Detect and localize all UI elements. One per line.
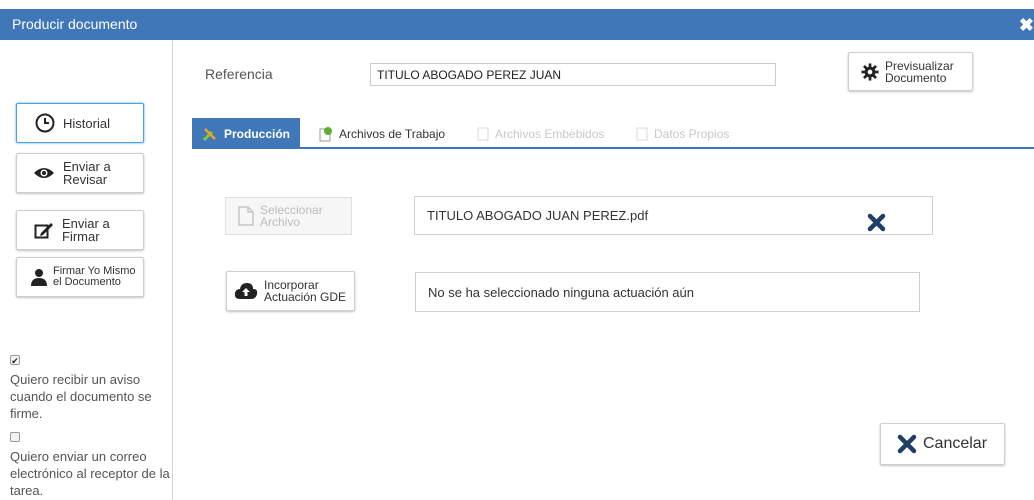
file-icon [636,127,648,140]
gear-icon [861,62,879,81]
referencia-input[interactable]: TITULO ABOGADO PEREZ JUAN [370,63,776,86]
main-panel: Referencia TITULO ABOGADO PEREZ JUAN Pre… [174,40,1034,500]
correo-text: Quiero enviar un correo electrónico al r… [10,449,170,498]
tab-archivos-embebidos: Archivos Embebidos [477,118,604,149]
correo-checkbox[interactable] [10,432,20,442]
referencia-label: Referencia [205,66,273,82]
eye-icon [34,168,54,178]
previsualizar-line1: Previsualizar [885,58,954,73]
cancelar-button[interactable]: Cancelar [880,423,1005,465]
clock-icon [35,113,55,133]
pen-icon [34,223,53,239]
paperclip-icon [319,126,332,141]
enviar-firmar-line2: Firmar [62,229,100,244]
historial-button[interactable]: Historial [16,103,144,143]
incorporar-actuacion-label: Incorporar Actuación GDE [264,279,346,303]
window-title: Producir documento [12,16,138,32]
tab-archivos-embebidos-label: Archivos Embebidos [495,126,605,141]
cloud-upload-icon [234,283,258,299]
aviso-checkbox[interactable]: ✔ [10,355,20,366]
tools-icon [202,127,216,141]
checkmark-icon: ✔ [11,356,19,366]
previsualizar-label: Previsualizar Documento [885,60,954,84]
close-icon [897,434,917,454]
incorporar-actuacion-button[interactable]: Incorporar Actuación GDE [226,271,355,311]
incorporar-line2: Actuación GDE [264,290,347,304]
enviar-firmar-label: Enviar a Firmar [62,217,110,243]
selected-file-name: TITULO ABOGADO JUAN PEREZ.pdf [427,208,649,223]
historial-label: Historial [63,115,110,131]
cancelar-label: Cancelar [923,435,988,452]
enviar-revisar-line2: Revisar [63,172,108,187]
previsualizar-line2: Documento [885,70,947,85]
sidebar: Historial Enviar a Revisar Enviar a Firm… [7,40,173,500]
firmar-yo-mismo-button[interactable]: Firmar Yo Mismo el Documento [16,257,144,297]
previsualizar-documento-button[interactable]: Previsualizar Documento [848,52,973,91]
aviso-text: Quiero recibir un aviso cuando el docume… [10,372,152,421]
tab-produccion-label: Producción [224,126,291,141]
tab-datos-propios-label: Datos Propios [654,126,730,141]
selected-file-field: TITULO ABOGADO JUAN PEREZ.pdf [414,196,933,235]
seleccionar-archivo-button: Seleccionar Archivo [225,197,352,235]
firmar-yo-mismo-label: Firmar Yo Mismo el Documento [53,266,136,288]
enviar-revisar-label: Enviar a Revisar [63,160,111,186]
user-icon [31,269,47,286]
tab-archivos-trabajo-label: Archivos de Trabajo [339,126,446,141]
seleccionar-archivo-label: Seleccionar Archivo [260,204,323,228]
remove-file-icon[interactable] [867,213,886,232]
actuacion-status-field: No se ha seleccionado ninguna actuación … [415,272,920,312]
close-window-icon[interactable]: ✖ [1019,15,1034,36]
seleccionar-line2: Archivo [260,215,301,229]
tab-produccion[interactable]: Producción [192,118,301,149]
tab-datos-propios: Datos Propios [636,118,729,149]
firmar-yo-line2: el Documento [53,276,121,288]
enviar-firmar-button[interactable]: Enviar a Firmar [16,210,144,250]
tab-archivos-trabajo[interactable]: Archivos de Trabajo [319,118,445,149]
actuacion-status-text: No se ha seleccionado ninguna actuación … [428,284,694,300]
enviar-revisar-button[interactable]: Enviar a Revisar [16,153,144,193]
file-icon [238,206,254,226]
window-title-bar: Producir documento ✖ [0,9,1034,40]
file-icon [477,127,489,140]
